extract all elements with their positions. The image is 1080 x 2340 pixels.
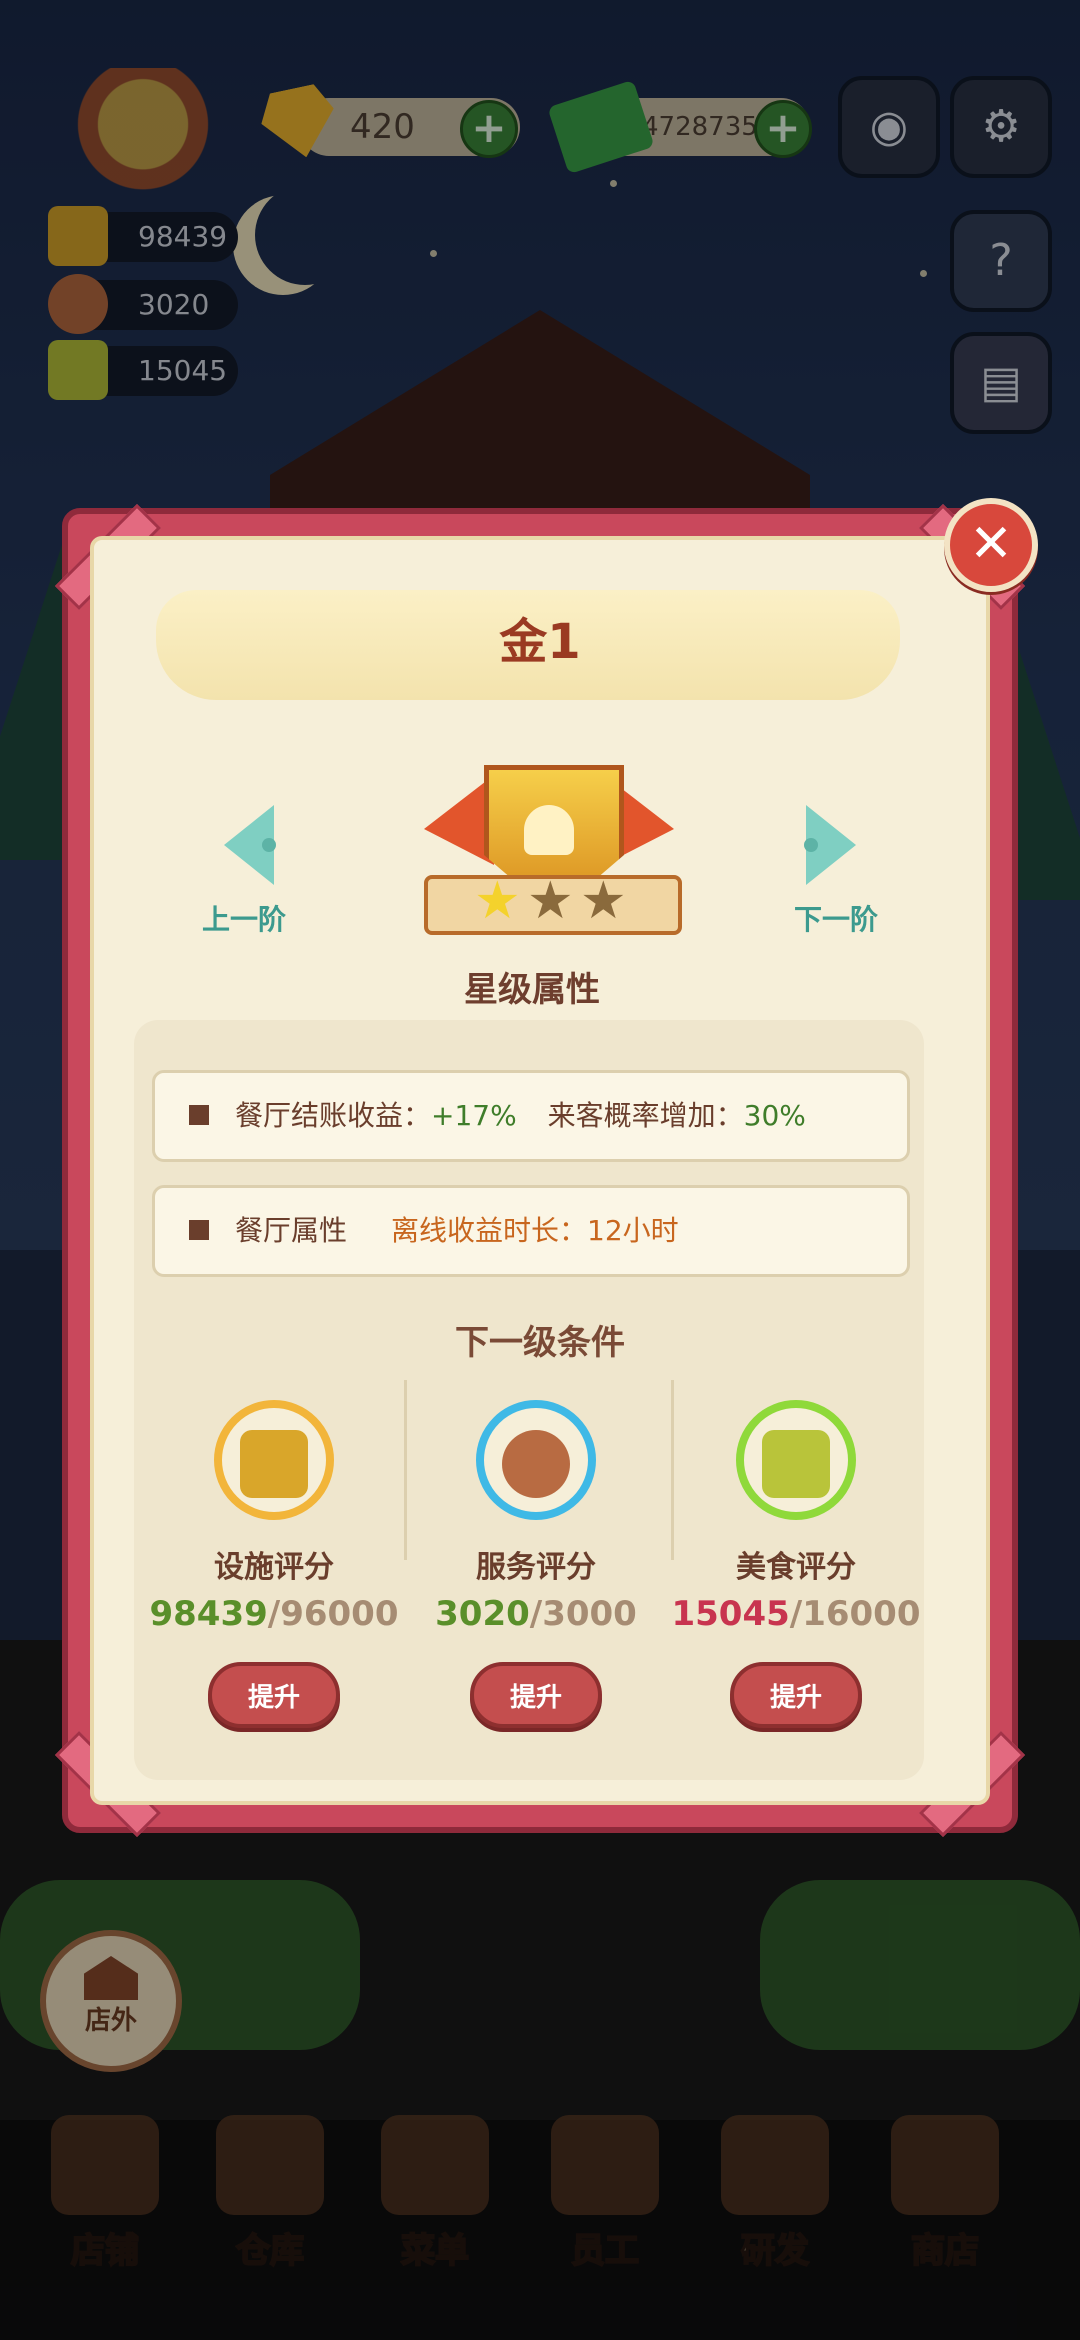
service-target: 3000	[542, 1594, 637, 1634]
service-current: 3020	[435, 1594, 530, 1634]
facility-current: 98439	[149, 1594, 268, 1634]
upgrade-facility-button[interactable]: 提升	[208, 1662, 340, 1728]
checkout-income-attribute: 餐厅结账收益：+17% 来客概率增加：30%	[152, 1070, 910, 1162]
food-current: 15045	[671, 1594, 790, 1634]
service-score-condition: 服务评分 3020/3000 提升	[406, 1400, 666, 1728]
facility-score-label: 设施评分	[214, 1550, 334, 1585]
food-score-condition: 美食评分 15045/16000 提升	[666, 1400, 926, 1728]
close-dialog-button[interactable]: ✕	[944, 498, 1038, 592]
star-filled-icon: ★	[474, 871, 521, 931]
dialog-body: 金1 上一阶 下一阶 ★ ★ ★ 星级属性 餐厅结账收益：+17% 来客概率增加…	[90, 536, 990, 1805]
visitor-rate-value: 30%	[743, 1099, 806, 1132]
facility-ring	[214, 1400, 334, 1520]
offline-income-label: 离线收益时长：	[391, 1214, 588, 1247]
food-book-icon	[762, 1430, 830, 1498]
star-empty-icon: ★	[527, 871, 574, 931]
visitor-rate-label: 来客概率增加：	[547, 1099, 744, 1132]
upgrade-food-button[interactable]: 提升	[730, 1662, 862, 1728]
checkout-income-label: 餐厅结账收益：	[235, 1099, 432, 1132]
arrow-dot	[262, 838, 276, 852]
service-score-label: 服务评分	[476, 1550, 596, 1585]
next-rank-label[interactable]: 下一阶	[794, 898, 878, 938]
food-score-progress: 15045/16000	[671, 1594, 921, 1634]
service-ring	[476, 1400, 596, 1520]
offline-income-value: 12小时	[587, 1214, 679, 1247]
restaurant-attribute: 餐厅属性 离线收益时长：12小时	[152, 1185, 910, 1277]
food-ring	[736, 1400, 856, 1520]
facility-score-progress: 98439/96000	[149, 1594, 399, 1634]
star-attributes-header: 星级属性	[387, 960, 677, 1020]
service-icon	[502, 1430, 570, 1498]
bullet-icon	[189, 1105, 209, 1125]
gold-rank-badge: ★ ★ ★	[424, 765, 682, 945]
food-target: 16000	[802, 1594, 921, 1634]
facility-score-condition: 设施评分 98439/96000 提升	[144, 1400, 404, 1728]
arrow-dot	[804, 838, 818, 852]
prev-rank-label[interactable]: 上一阶	[202, 898, 286, 938]
facility-target: 96000	[280, 1594, 399, 1634]
rank-title: 金1	[499, 614, 581, 670]
upgrade-service-button[interactable]: 提升	[470, 1662, 602, 1728]
restaurant-attribute-label: 餐厅属性	[235, 1214, 348, 1247]
checkout-income-value: +17%	[431, 1099, 517, 1132]
food-score-label: 美食评分	[736, 1550, 856, 1585]
badge-wing-left	[424, 775, 494, 865]
bullet-icon	[189, 1220, 209, 1240]
star-empty-icon: ★	[580, 871, 627, 931]
rank-details-dialog: 金1 上一阶 下一阶 ★ ★ ★ 星级属性 餐厅结账收益：+17% 来客概率增加…	[54, 503, 1026, 1838]
facility-icon	[240, 1430, 308, 1498]
chef-hat-icon	[524, 805, 574, 855]
next-level-conditions-title: 下一级条件	[455, 1323, 625, 1363]
service-score-progress: 3020/3000	[435, 1594, 637, 1634]
